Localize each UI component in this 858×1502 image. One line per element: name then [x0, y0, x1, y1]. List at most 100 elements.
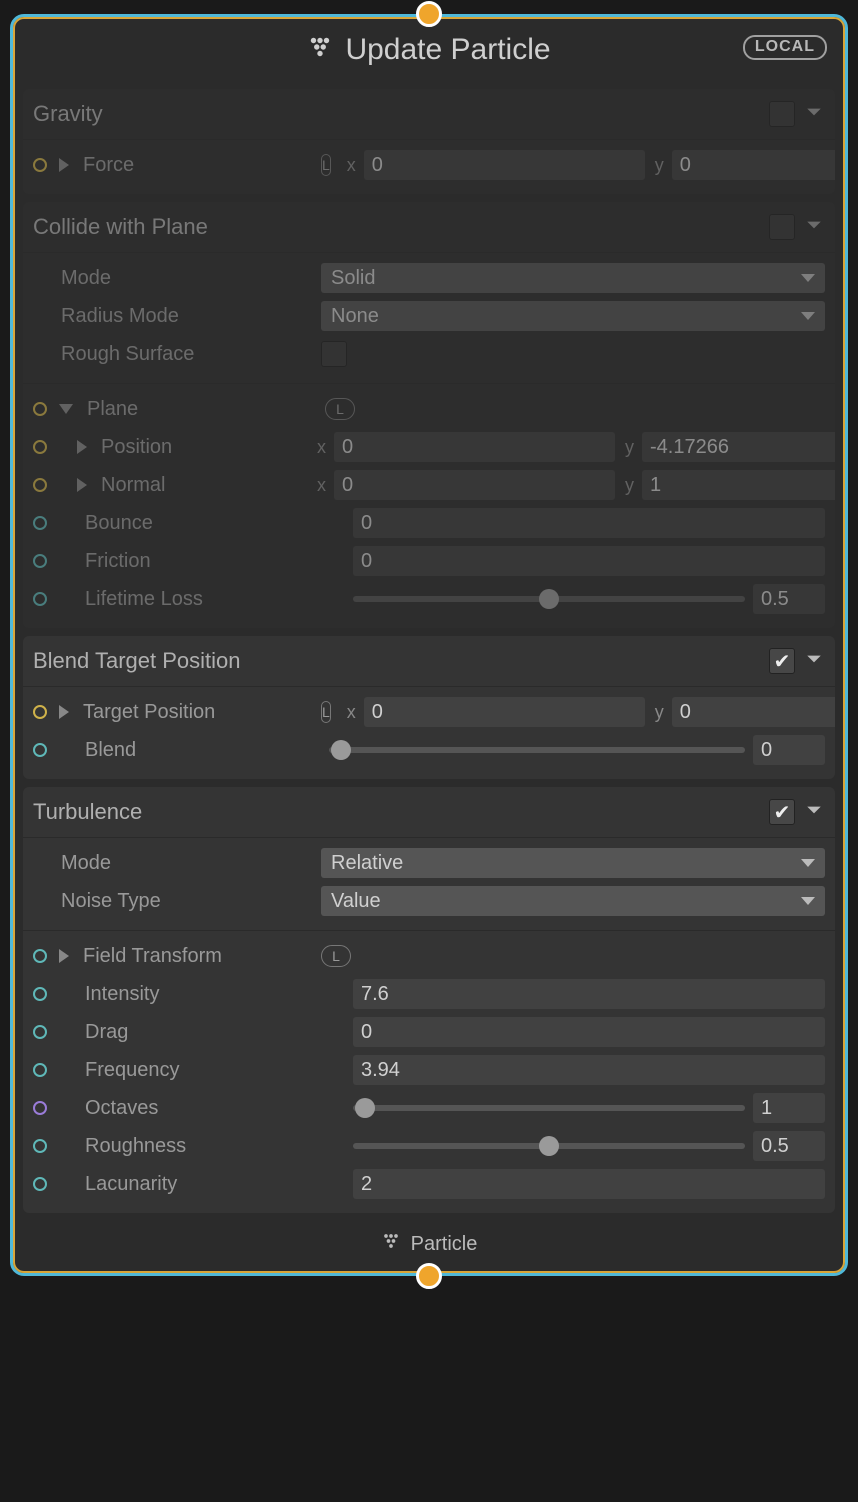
octaves-port[interactable] [33, 1101, 47, 1115]
axis-label-x: x [347, 702, 356, 723]
turb-mode-value: Relative [331, 852, 403, 875]
expand-icon[interactable] [59, 705, 69, 719]
position-port[interactable] [33, 440, 47, 454]
blend-value[interactable]: 0 [753, 735, 825, 765]
local-space-badge[interactable]: L [321, 945, 351, 967]
lifetime-loss-value[interactable]: 0.5 [753, 584, 825, 614]
turbulence-enabled-checkbox[interactable]: ✔ [769, 799, 795, 825]
force-label: Force [83, 154, 313, 177]
axis-label-y: y [655, 702, 664, 723]
octaves-value[interactable]: 1 [753, 1093, 825, 1123]
lifetime-loss-port[interactable] [33, 592, 47, 606]
normal-port[interactable] [33, 478, 47, 492]
intensity-port[interactable] [33, 987, 47, 1001]
turb-mode-label: Mode [33, 852, 313, 875]
position-y-input[interactable] [642, 432, 835, 462]
blend-slider[interactable] [329, 747, 745, 753]
roughness-slider[interactable] [353, 1143, 745, 1149]
roughness-port[interactable] [33, 1139, 47, 1153]
lacunarity-input[interactable] [353, 1169, 825, 1199]
noise-type-label: Noise Type [33, 890, 313, 913]
octaves-slider[interactable] [353, 1105, 745, 1111]
chevron-down-icon[interactable] [805, 648, 823, 674]
axis-label-y: y [625, 475, 634, 496]
lacunarity-port[interactable] [33, 1177, 47, 1191]
turb-mode-dropdown[interactable]: Relative [321, 848, 825, 878]
normal-x-input[interactable] [334, 470, 615, 500]
section-header-blend[interactable]: Blend Target Position ✔ [23, 636, 835, 686]
radius-mode-dropdown[interactable]: None [321, 301, 825, 331]
bounce-label: Bounce [59, 512, 345, 535]
dropdown-arrow-icon [801, 312, 815, 320]
target-y-input[interactable] [672, 697, 835, 727]
drag-input[interactable] [353, 1017, 825, 1047]
chevron-down-icon[interactable] [805, 214, 823, 240]
roughness-value[interactable]: 0.5 [753, 1131, 825, 1161]
mode-value: Solid [331, 267, 375, 290]
frequency-port[interactable] [33, 1063, 47, 1077]
blend-port[interactable] [33, 743, 47, 757]
position-label: Position [101, 436, 307, 459]
expand-icon[interactable] [59, 158, 69, 172]
chevron-down-icon[interactable] [805, 101, 823, 127]
drag-port[interactable] [33, 1025, 47, 1039]
intensity-input[interactable] [353, 979, 825, 1009]
normal-y-input[interactable] [642, 470, 835, 500]
local-badge[interactable]: LOCAL [743, 35, 827, 60]
expand-icon[interactable] [77, 478, 87, 492]
blend-enabled-checkbox[interactable]: ✔ [769, 648, 795, 674]
drag-label: Drag [59, 1021, 345, 1044]
friction-input[interactable] [353, 546, 825, 576]
field-transform-label: Field Transform [83, 945, 313, 968]
chevron-down-icon[interactable] [805, 799, 823, 825]
rough-surface-checkbox[interactable] [321, 341, 347, 367]
force-x-input[interactable] [364, 150, 645, 180]
target-position-port[interactable] [33, 705, 47, 719]
section-collide: Collide with Plane Mode Solid Radius Mod… [23, 202, 835, 628]
section-header-collide[interactable]: Collide with Plane [23, 202, 835, 252]
noise-type-value: Value [331, 890, 381, 913]
dropdown-arrow-icon [801, 897, 815, 905]
friction-label: Friction [59, 550, 345, 573]
target-x-input[interactable] [364, 697, 645, 727]
footer-label: Particle [411, 1233, 478, 1256]
plane-port[interactable] [33, 402, 47, 416]
section-title: Blend Target Position [33, 648, 241, 674]
axis-label-x: x [347, 155, 356, 176]
local-space-badge[interactable]: L [321, 154, 331, 176]
section-header-turbulence[interactable]: Turbulence ✔ [23, 787, 835, 837]
radius-mode-label: Radius Mode [33, 305, 313, 328]
target-position-label: Target Position [83, 701, 313, 724]
dropdown-arrow-icon [801, 859, 815, 867]
position-x-input[interactable] [334, 432, 615, 462]
roughness-label: Roughness [59, 1135, 345, 1158]
section-turbulence: Turbulence ✔ Mode Relative Noise Type Va… [23, 787, 835, 1213]
bounce-port[interactable] [33, 516, 47, 530]
expand-icon[interactable] [59, 949, 69, 963]
lifetime-loss-slider[interactable] [353, 596, 745, 602]
noise-type-dropdown[interactable]: Value [321, 886, 825, 916]
output-port[interactable] [416, 1263, 442, 1289]
collide-enabled-checkbox[interactable] [769, 214, 795, 240]
octaves-label: Octaves [59, 1097, 345, 1120]
force-port[interactable] [33, 158, 47, 172]
collapse-icon[interactable] [59, 404, 73, 414]
field-transform-port[interactable] [33, 949, 47, 963]
friction-port[interactable] [33, 554, 47, 568]
mode-dropdown[interactable]: Solid [321, 263, 825, 293]
intensity-label: Intensity [59, 983, 345, 1006]
local-space-badge[interactable]: L [321, 701, 331, 723]
section-blend: Blend Target Position ✔ Target Position … [23, 636, 835, 779]
gravity-enabled-checkbox[interactable] [769, 101, 795, 127]
node-title: Update Particle [345, 33, 550, 67]
plane-label: Plane [87, 398, 317, 421]
force-y-input[interactable] [672, 150, 835, 180]
frequency-input[interactable] [353, 1055, 825, 1085]
bounce-input[interactable] [353, 508, 825, 538]
section-header-gravity[interactable]: Gravity [23, 89, 835, 139]
axis-label-x: x [317, 475, 326, 496]
local-space-badge[interactable]: L [325, 398, 355, 420]
axis-label-x: x [317, 437, 326, 458]
particle-icon [307, 34, 333, 66]
expand-icon[interactable] [77, 440, 87, 454]
